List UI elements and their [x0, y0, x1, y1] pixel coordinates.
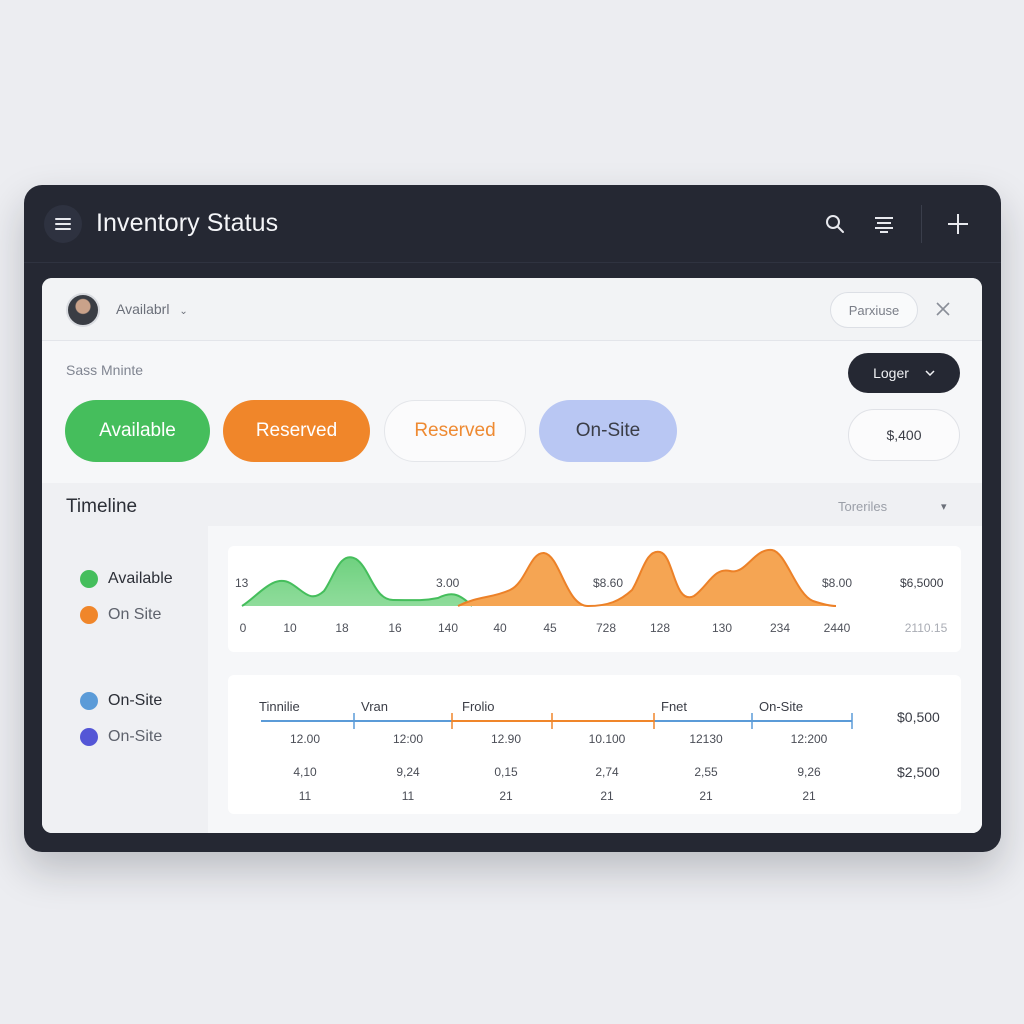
segment-right-value: $0,500 — [897, 709, 940, 725]
filter-list-icon[interactable] — [869, 209, 899, 239]
segment-right-value: $2,500 — [897, 764, 940, 780]
chart-right-value: $6,5000 — [900, 576, 944, 590]
legend-item: On-Site — [80, 692, 162, 710]
legend-dot — [80, 606, 98, 624]
x-tick: 2110.15 — [904, 621, 948, 635]
point-label: $8.00 — [822, 576, 853, 590]
toolbar-divider — [921, 205, 922, 243]
legend-label: On-Site — [108, 692, 163, 709]
point-label: 13 — [235, 576, 249, 590]
x-tick: 16 — [388, 621, 402, 635]
x-tick: 45 — [543, 621, 557, 635]
segment-label: Tinnilie — [259, 699, 300, 714]
segment-label: On-Site — [759, 699, 804, 714]
x-tick: 128 — [649, 621, 671, 635]
x-tick: 0 — [239, 621, 247, 635]
row1-value: 10.100 — [588, 732, 626, 746]
amount-display: $,400 — [848, 409, 960, 461]
x-tick: 10 — [283, 621, 297, 635]
section-subtitle: Sass Mninte — [66, 362, 144, 378]
row1-value: 12:200 — [790, 732, 828, 746]
segment-label: Vran — [361, 699, 388, 714]
caret-down-icon[interactable]: ▾ — [941, 500, 947, 513]
row2-value: 2,74 — [595, 765, 619, 779]
row1-value: 12:00 — [392, 732, 424, 746]
status-reserved-outline-button[interactable]: Reserved — [384, 400, 526, 462]
legend-item: On Site — [80, 606, 161, 624]
top-bar: Inventory Status — [24, 185, 1001, 263]
row3-value: 21 — [499, 789, 513, 803]
x-tick: 728 — [595, 621, 617, 635]
row2-value: 9,24 — [396, 765, 420, 779]
row3-value: 11 — [298, 789, 312, 803]
chevron-down-icon — [925, 370, 935, 376]
chevron-down-icon: ⌄ — [179, 306, 188, 317]
x-tick: 18 — [335, 621, 349, 635]
x-tick: 2440 — [823, 621, 851, 635]
area-chart — [241, 548, 837, 608]
status-onsite-button[interactable]: On-Site — [539, 400, 677, 462]
status-reserved-button[interactable]: Reserved — [223, 400, 370, 462]
row3-value: 21 — [600, 789, 614, 803]
pill-button[interactable]: Parxiuse — [830, 292, 918, 328]
row1-value: 12.00 — [289, 732, 321, 746]
row1-value: 12.90 — [490, 732, 522, 746]
legend-dot — [80, 570, 98, 588]
logger-dropdown[interactable]: Loger — [848, 353, 960, 393]
availability-dropdown-label: Availabrl — [116, 301, 170, 317]
search-icon[interactable] — [820, 209, 850, 239]
close-icon[interactable] — [932, 298, 954, 320]
legend-dot — [80, 692, 98, 710]
legend-label: Available — [108, 570, 173, 587]
segment-label: Frolio — [462, 699, 495, 714]
timeline-dropdown[interactable]: Toreriles — [838, 499, 887, 514]
row3-value: 21 — [802, 789, 816, 803]
avatar[interactable] — [66, 293, 100, 327]
segment-timeline-card: Tinnilie Vran Frolio Fnet On-Site 12.00 … — [228, 675, 961, 814]
legend-label: On Site — [108, 606, 162, 623]
row2-value: 4,10 — [293, 765, 317, 779]
status-available-button[interactable]: Available — [65, 400, 210, 462]
legend-item: Available — [80, 570, 173, 588]
app-window: Inventory Status Availabrl ⌄ Parxiuse Sa… — [24, 185, 1001, 852]
segment-label: Fnet — [661, 699, 688, 714]
legend-label: On-Site — [108, 728, 163, 745]
row3-value: 11 — [401, 789, 415, 803]
legend-dot — [80, 728, 98, 746]
legend-item: On-Site — [80, 728, 162, 746]
x-tick: 140 — [437, 621, 459, 635]
availability-dropdown[interactable]: Availabrl ⌄ — [116, 301, 188, 317]
page-title: Inventory Status — [96, 209, 279, 237]
x-tick: 234 — [769, 621, 791, 635]
panel-header: Availabrl ⌄ Parxiuse — [42, 278, 982, 341]
area-chart-card: 13 3.00 $8.60 $8.00 $6,5000 0 10 18 16 1… — [228, 546, 961, 652]
x-tick: 40 — [493, 621, 507, 635]
row1-value: 12130 — [689, 732, 723, 746]
row3-value: 21 — [699, 789, 713, 803]
logger-dropdown-label: Loger — [873, 365, 909, 381]
inventory-panel: Availabrl ⌄ Parxiuse Sass Mninte Loger A… — [42, 278, 982, 833]
timeline-title: Timeline — [66, 496, 138, 517]
hamburger-icon[interactable] — [44, 205, 82, 243]
row2-value: 0,15 — [494, 765, 518, 779]
row2-value: 2,55 — [694, 765, 718, 779]
x-tick: 130 — [711, 621, 733, 635]
point-label: $8.60 — [593, 576, 624, 590]
plus-icon[interactable] — [943, 209, 973, 239]
point-label: 3.00 — [436, 576, 460, 590]
row2-value: 9,26 — [797, 765, 821, 779]
